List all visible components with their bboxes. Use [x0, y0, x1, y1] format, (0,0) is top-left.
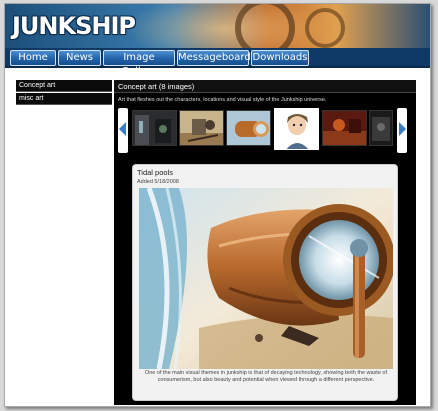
thumbnail-corridor[interactable] [132, 110, 177, 146]
gallery-prev-button[interactable] [118, 108, 128, 153]
thumbnail-character-portrait[interactable] [274, 108, 319, 150]
banner-ring-art [235, 4, 295, 48]
site-header-banner: JUNKSHIP [5, 4, 430, 48]
nav-home-button[interactable]: Home [10, 50, 56, 66]
nav-downloads-button[interactable]: Downloads [251, 50, 309, 66]
nav-news-button[interactable]: News [58, 50, 101, 66]
thumbnail-robot-desert[interactable] [179, 110, 224, 146]
chevron-right-icon [399, 122, 406, 136]
artwork-image[interactable] [139, 188, 393, 369]
image-title: Tidal pools [137, 168, 173, 177]
image-date: Added 5/18/2008 [137, 179, 179, 185]
gallery-description: Art that fleshes out the characters, loc… [118, 97, 327, 103]
gallery-title: Concept art (8 images) [114, 80, 416, 93]
site-logo[interactable]: JUNKSHIP [12, 12, 136, 40]
gallery-next-button[interactable] [397, 108, 407, 153]
thumbnail-red-scene[interactable] [322, 110, 367, 146]
main-nav: Home News Image Gallery Messageboard Dow… [5, 48, 430, 77]
thumbnail-tidal-pools[interactable] [226, 110, 271, 146]
sidebar-item-concept-art[interactable]: Concept art [16, 80, 112, 92]
sidebar-item-misc-art[interactable]: misc art [16, 93, 112, 105]
image-caption: One of the main visual themes in junkshi… [144, 370, 388, 383]
thumbnail-partial[interactable] [369, 110, 393, 146]
nav-image-gallery-button[interactable]: Image Gallery [103, 50, 175, 77]
chevron-left-icon [119, 122, 126, 136]
nav-messageboard-button[interactable]: Messageboard [177, 50, 251, 66]
browser-frame: JUNKSHIP Home News Image Gallery Message… [4, 3, 431, 407]
gallery-panel: Concept art (8 images) Art that fleshes … [114, 80, 416, 405]
image-viewer: Tidal pools Added 5/18/2008 One of the m… [132, 164, 398, 401]
